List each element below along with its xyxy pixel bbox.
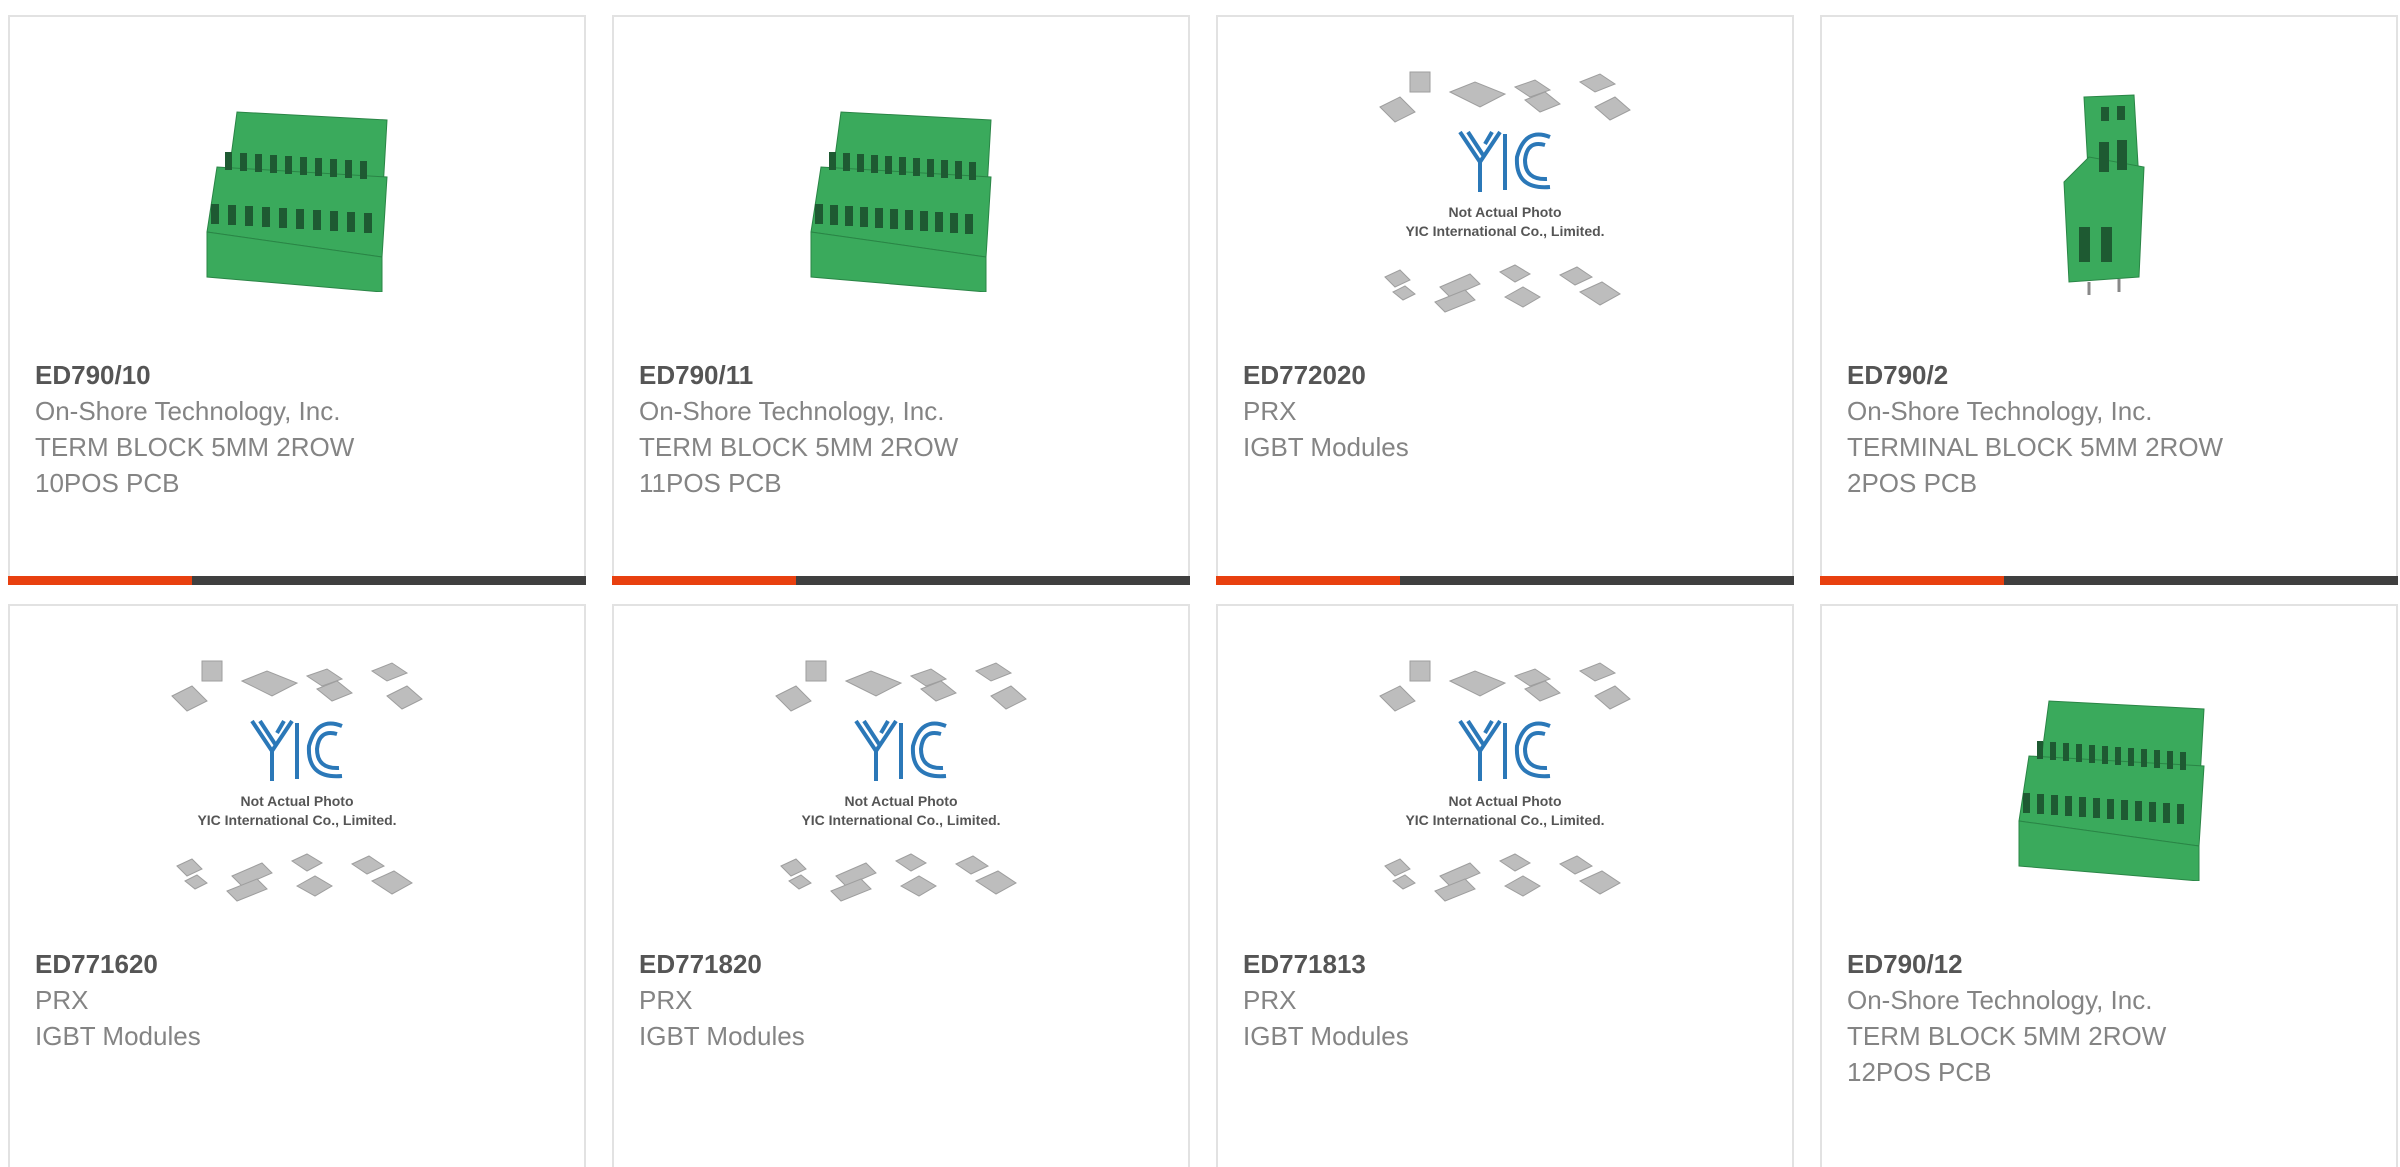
placeholder-text-1: Not Actual Photo xyxy=(844,793,957,809)
product-info: ED771813 PRX IGBT Modules xyxy=(1243,946,1772,1054)
part-number[interactable]: ED771820 xyxy=(639,946,1168,982)
placeholder-text-2: YIC International Co., Limited. xyxy=(1405,223,1604,239)
part-number[interactable]: ED790/11 xyxy=(639,357,1168,393)
placeholder-text-2: YIC International Co., Limited. xyxy=(197,812,396,828)
card-accent xyxy=(8,576,192,585)
product-card[interactable]: Not Actual Photo YIC International Co., … xyxy=(1216,15,1794,585)
part-number[interactable]: ED771620 xyxy=(35,946,564,982)
product-grid: ED790/10 On-Shore Technology, Inc. TERM … xyxy=(0,0,2400,1167)
product-info: ED790/11 On-Shore Technology, Inc. TERM … xyxy=(639,357,1168,501)
placeholder-chips-icon: Not Actual Photo YIC International Co., … xyxy=(775,660,1027,902)
manufacturer: PRX xyxy=(1243,396,1297,426)
manufacturer: On-Shore Technology, Inc. xyxy=(35,396,341,426)
product-card[interactable]: Not Actual Photo YIC International Co., … xyxy=(612,604,1190,1167)
terminal-block-icon xyxy=(810,111,992,292)
product-image[interactable] xyxy=(1959,62,2259,322)
description-line2: 10POS PCB xyxy=(35,468,180,498)
placeholder-chips-icon: Not Actual Photo YIC International Co., … xyxy=(1379,660,1631,902)
manufacturer: On-Shore Technology, Inc. xyxy=(1847,396,2153,426)
part-number[interactable]: ED790/2 xyxy=(1847,357,2376,393)
product-info: ED771620 PRX IGBT Modules xyxy=(35,946,564,1054)
product-card[interactable]: ED790/12 On-Shore Technology, Inc. TERM … xyxy=(1820,604,2398,1167)
description-line1: TERMINAL BLOCK 5MM 2ROW xyxy=(1847,432,2224,462)
product-info: ED771820 PRX IGBT Modules xyxy=(639,946,1168,1054)
placeholder-chips-icon: Not Actual Photo YIC International Co., … xyxy=(171,660,423,902)
description-line1: IGBT Modules xyxy=(639,1021,805,1051)
product-card[interactable]: Not Actual Photo YIC International Co., … xyxy=(1216,604,1794,1167)
product-image[interactable]: Not Actual Photo YIC International Co., … xyxy=(1355,651,1655,911)
description-line1: TERM BLOCK 5MM 2ROW xyxy=(639,432,959,462)
product-card[interactable]: ED790/2 On-Shore Technology, Inc. TERMIN… xyxy=(1820,15,2398,585)
product-image[interactable] xyxy=(751,62,1051,322)
manufacturer: PRX xyxy=(1243,985,1297,1015)
manufacturer: On-Shore Technology, Inc. xyxy=(1847,985,2153,1015)
product-image[interactable] xyxy=(1959,651,2259,911)
terminal-block-icon xyxy=(206,111,388,292)
manufacturer: PRX xyxy=(35,985,89,1015)
description-line2: 11POS PCB xyxy=(639,468,782,498)
card-bottom-bar xyxy=(612,576,1190,585)
product-image[interactable]: Not Actual Photo YIC International Co., … xyxy=(1355,62,1655,322)
card-bottom-bar xyxy=(8,576,586,585)
part-number[interactable]: ED790/12 xyxy=(1847,946,2376,982)
placeholder-text-2: YIC International Co., Limited. xyxy=(801,812,1000,828)
description-line1: TERM BLOCK 5MM 2ROW xyxy=(1847,1021,2167,1051)
description-line1: IGBT Modules xyxy=(1243,432,1409,462)
placeholder-chips-icon: Not Actual Photo YIC International Co., … xyxy=(1379,71,1631,313)
part-number[interactable]: ED771813 xyxy=(1243,946,1772,982)
part-number[interactable]: ED772020 xyxy=(1243,357,1772,393)
product-card[interactable]: Not Actual Photo YIC International Co., … xyxy=(8,604,586,1167)
part-number[interactable]: ED790/10 xyxy=(35,357,564,393)
description-line1: IGBT Modules xyxy=(35,1021,201,1051)
manufacturer: On-Shore Technology, Inc. xyxy=(639,396,945,426)
product-card[interactable]: ED790/11 On-Shore Technology, Inc. TERM … xyxy=(612,15,1190,585)
card-bottom-bar xyxy=(1216,576,1794,585)
description-line1: IGBT Modules xyxy=(1243,1021,1409,1051)
product-info: ED790/12 On-Shore Technology, Inc. TERM … xyxy=(1847,946,2376,1090)
product-image[interactable]: Not Actual Photo YIC International Co., … xyxy=(751,651,1051,911)
product-card[interactable]: ED790/10 On-Shore Technology, Inc. TERM … xyxy=(8,15,586,585)
product-image[interactable]: Not Actual Photo YIC International Co., … xyxy=(147,651,447,911)
card-accent xyxy=(612,576,796,585)
card-bottom-bar xyxy=(1820,576,2398,585)
description-line1: TERM BLOCK 5MM 2ROW xyxy=(35,432,355,462)
placeholder-text-1: Not Actual Photo xyxy=(240,793,353,809)
terminal-block-icon xyxy=(2063,94,2145,295)
placeholder-text-2: YIC International Co., Limited. xyxy=(1405,812,1604,828)
product-image[interactable] xyxy=(147,62,447,322)
product-info: ED772020 PRX IGBT Modules xyxy=(1243,357,1772,465)
terminal-block-icon xyxy=(2018,700,2205,881)
card-accent xyxy=(1820,576,2004,585)
description-line2: 2POS PCB xyxy=(1847,468,1978,498)
placeholder-text-1: Not Actual Photo xyxy=(1448,204,1561,220)
placeholder-text-1: Not Actual Photo xyxy=(1448,793,1561,809)
product-info: ED790/10 On-Shore Technology, Inc. TERM … xyxy=(35,357,564,501)
card-accent xyxy=(1216,576,1400,585)
description-line2: 12POS PCB xyxy=(1847,1057,1992,1087)
product-info: ED790/2 On-Shore Technology, Inc. TERMIN… xyxy=(1847,357,2376,501)
manufacturer: PRX xyxy=(639,985,693,1015)
